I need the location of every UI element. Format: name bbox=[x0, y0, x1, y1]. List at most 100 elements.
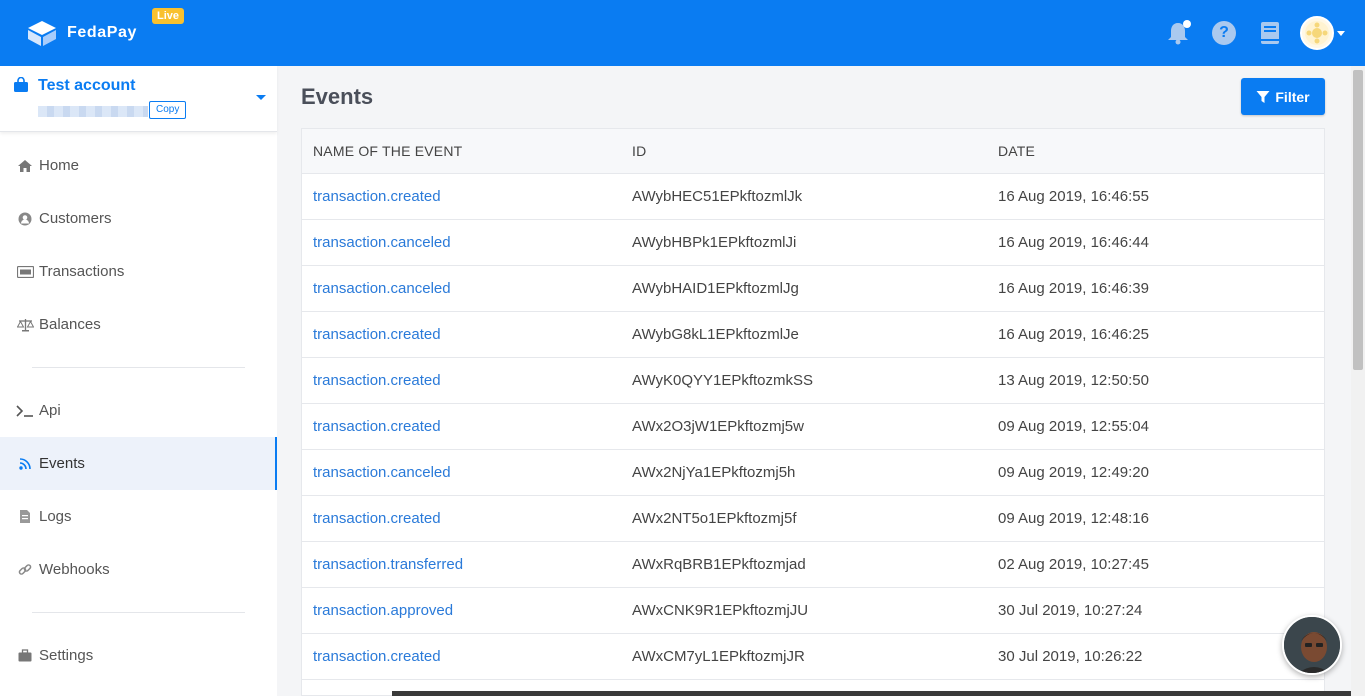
event-date: 30 Jul 2019, 10:26:22 bbox=[998, 648, 1143, 665]
event-name-link[interactable]: transaction.created bbox=[302, 510, 632, 527]
fedapay-logo-icon bbox=[28, 21, 56, 46]
account-switcher[interactable]: Test account Copy bbox=[0, 66, 277, 132]
event-name-link[interactable]: transaction.transferred bbox=[302, 556, 632, 573]
event-date: 13 Aug 2019, 12:50:50 bbox=[998, 372, 1149, 389]
sidebar-item-label: Customers bbox=[39, 210, 112, 227]
scrollbar-thumb[interactable] bbox=[1353, 70, 1363, 370]
sidebar-item-label: Transactions bbox=[39, 263, 125, 280]
brand-name: FedaPay bbox=[67, 24, 138, 41]
sidebar-item-customers[interactable]: Customers bbox=[0, 192, 277, 245]
event-date: 02 Aug 2019, 10:27:45 bbox=[998, 556, 1149, 573]
column-header-name[interactable]: NAME OF THE EVENT bbox=[302, 143, 632, 159]
sidebar-item-logs[interactable]: Logs bbox=[0, 490, 277, 543]
event-id: AWxRqBRB1EPkftozmjad bbox=[632, 556, 806, 573]
avatar bbox=[1300, 16, 1334, 50]
account-name: Test account bbox=[38, 77, 136, 94]
sidebar-item-label: Home bbox=[39, 157, 80, 174]
filter-icon bbox=[1256, 90, 1270, 103]
sidebar: Test account Copy Home Customers Transac… bbox=[0, 66, 277, 696]
table-row[interactable]: transaction.canceled AWybHAID1EPkftozmlJg… bbox=[302, 266, 1324, 312]
event-id: AWxCM7yL1EPkftozmjJR bbox=[632, 648, 805, 665]
sidebar-item-transactions[interactable]: Transactions bbox=[0, 245, 277, 298]
event-id: AWxCNK9R1EPkftozmjJU bbox=[632, 602, 809, 619]
support-chat-avatar[interactable] bbox=[1282, 615, 1342, 675]
sidebar-item-api[interactable]: Api bbox=[0, 384, 277, 437]
event-id: AWybHEC51EPkftozmlJk bbox=[632, 188, 803, 205]
event-date: 09 Aug 2019, 12:48:16 bbox=[998, 510, 1149, 527]
event-id: AWx2O3jW1EPkftozmj5w bbox=[632, 418, 804, 435]
event-id: AWx2NjYa1EPkftozmj5h bbox=[632, 464, 796, 481]
event-date: 16 Aug 2019, 16:46:55 bbox=[998, 188, 1149, 205]
page-title: Events bbox=[301, 84, 374, 109]
table-row[interactable]: transaction.canceled AWybHBPk1EPkftozmlJi… bbox=[302, 220, 1324, 266]
rss-icon bbox=[16, 455, 34, 473]
user-menu[interactable] bbox=[1300, 16, 1345, 50]
link-icon bbox=[16, 561, 34, 579]
user-icon bbox=[16, 210, 34, 228]
copy-button[interactable]: Copy bbox=[149, 101, 187, 119]
event-name-link[interactable]: transaction.created bbox=[302, 326, 632, 343]
person-photo-icon bbox=[1284, 617, 1340, 673]
account-key-redacted bbox=[38, 106, 148, 117]
event-date: 16 Aug 2019, 16:46:39 bbox=[998, 280, 1149, 297]
card-icon bbox=[16, 263, 34, 281]
bottom-edge bbox=[392, 691, 1351, 696]
event-date: 09 Aug 2019, 12:55:04 bbox=[998, 418, 1149, 435]
bell-icon[interactable] bbox=[1165, 20, 1191, 46]
table-row[interactable]: transaction.created AWx2O3jW1EPkftozmj5w 0… bbox=[302, 404, 1324, 450]
book-icon[interactable] bbox=[1257, 20, 1283, 46]
table-row[interactable]: transaction.created AWybHEC51EPkftozmlJk 1… bbox=[302, 174, 1324, 220]
event-name-link[interactable]: transaction.canceled bbox=[302, 234, 632, 251]
help-glyph: ? bbox=[1212, 21, 1236, 45]
shopping-bag-icon bbox=[14, 77, 28, 92]
event-id: AWyK0QYY1EPkftozmkSS bbox=[632, 372, 814, 389]
filter-label: Filter bbox=[1275, 88, 1310, 105]
sidebar-divider bbox=[32, 612, 245, 613]
sidebar-item-label: Api bbox=[39, 402, 61, 419]
table-row[interactable]: transaction.created AWx2NT5o1EPkftozmj5f 0… bbox=[302, 496, 1324, 542]
event-id: AWybHAID1EPkftozmlJg bbox=[632, 280, 799, 297]
terminal-icon bbox=[16, 402, 34, 420]
live-badge[interactable]: Live bbox=[152, 8, 185, 24]
sidebar-item-webhooks[interactable]: Webhooks bbox=[0, 543, 277, 596]
notification-dot bbox=[1183, 20, 1191, 28]
brand-logo[interactable]: FedaPay bbox=[26, 19, 137, 47]
column-header-id[interactable]: ID bbox=[632, 143, 998, 159]
events-table: NAME OF THE EVENT ID DATE transaction.cr… bbox=[301, 128, 1325, 696]
event-date: 16 Aug 2019, 16:46:44 bbox=[998, 234, 1149, 251]
event-name-link[interactable]: transaction.approved bbox=[302, 602, 632, 619]
event-name-link[interactable]: transaction.created bbox=[302, 418, 632, 435]
scrollbar[interactable] bbox=[1351, 66, 1365, 696]
table-row[interactable]: transaction.canceled AWx2NjYa1EPkftozmj5h… bbox=[302, 450, 1324, 496]
sidebar-item-balances[interactable]: Balances bbox=[0, 298, 277, 351]
event-name-link[interactable]: transaction.created bbox=[302, 648, 632, 665]
event-name-link[interactable]: transaction.canceled bbox=[302, 280, 632, 297]
table-row[interactable]: transaction.approved AWxCNK9R1EPkftozmjJU… bbox=[302, 588, 1324, 634]
filter-button[interactable]: Filter bbox=[1241, 78, 1325, 115]
top-header: FedaPay Live ? bbox=[0, 0, 1365, 66]
sidebar-item-label: Logs bbox=[39, 508, 72, 525]
table-row[interactable]: transaction.created AWxCM7yL1EPkftozmjJR 3… bbox=[302, 634, 1324, 680]
event-date: 09 Aug 2019, 12:49:20 bbox=[998, 464, 1149, 481]
sidebar-item-label: Events bbox=[39, 455, 85, 472]
event-name-link[interactable]: transaction.canceled bbox=[302, 464, 632, 481]
table-row[interactable]: transaction.created AWyK0QYY1EPkftozmkSS 1… bbox=[302, 358, 1324, 404]
sidebar-item-label: Balances bbox=[39, 316, 101, 333]
event-date: 16 Aug 2019, 16:46:25 bbox=[998, 326, 1149, 343]
header-actions: ? bbox=[1145, 16, 1345, 50]
event-name-link[interactable]: transaction.created bbox=[302, 372, 632, 389]
sidebar-item-settings[interactable]: Settings bbox=[0, 629, 277, 682]
table-row[interactable]: transaction.transferred AWxRqBRB1EPkftozm… bbox=[302, 542, 1324, 588]
event-date: 30 Jul 2019, 10:27:24 bbox=[998, 602, 1143, 619]
sidebar-item-label: Settings bbox=[39, 647, 94, 664]
column-header-date[interactable]: DATE bbox=[998, 143, 1324, 159]
event-name-link[interactable]: transaction.created bbox=[302, 188, 632, 205]
event-id: AWybG8kL1EPkftozmlJe bbox=[632, 326, 799, 343]
sidebar-item-home[interactable]: Home bbox=[0, 139, 277, 192]
chevron-down-icon bbox=[1337, 30, 1345, 36]
chevron-down-icon[interactable] bbox=[256, 95, 266, 100]
help-icon[interactable]: ? bbox=[1211, 20, 1237, 46]
event-id: AWx2NT5o1EPkftozmj5f bbox=[632, 510, 797, 527]
sidebar-item-events[interactable]: Events bbox=[0, 437, 277, 490]
table-row[interactable]: transaction.created AWybG8kL1EPkftozmlJe 1… bbox=[302, 312, 1324, 358]
